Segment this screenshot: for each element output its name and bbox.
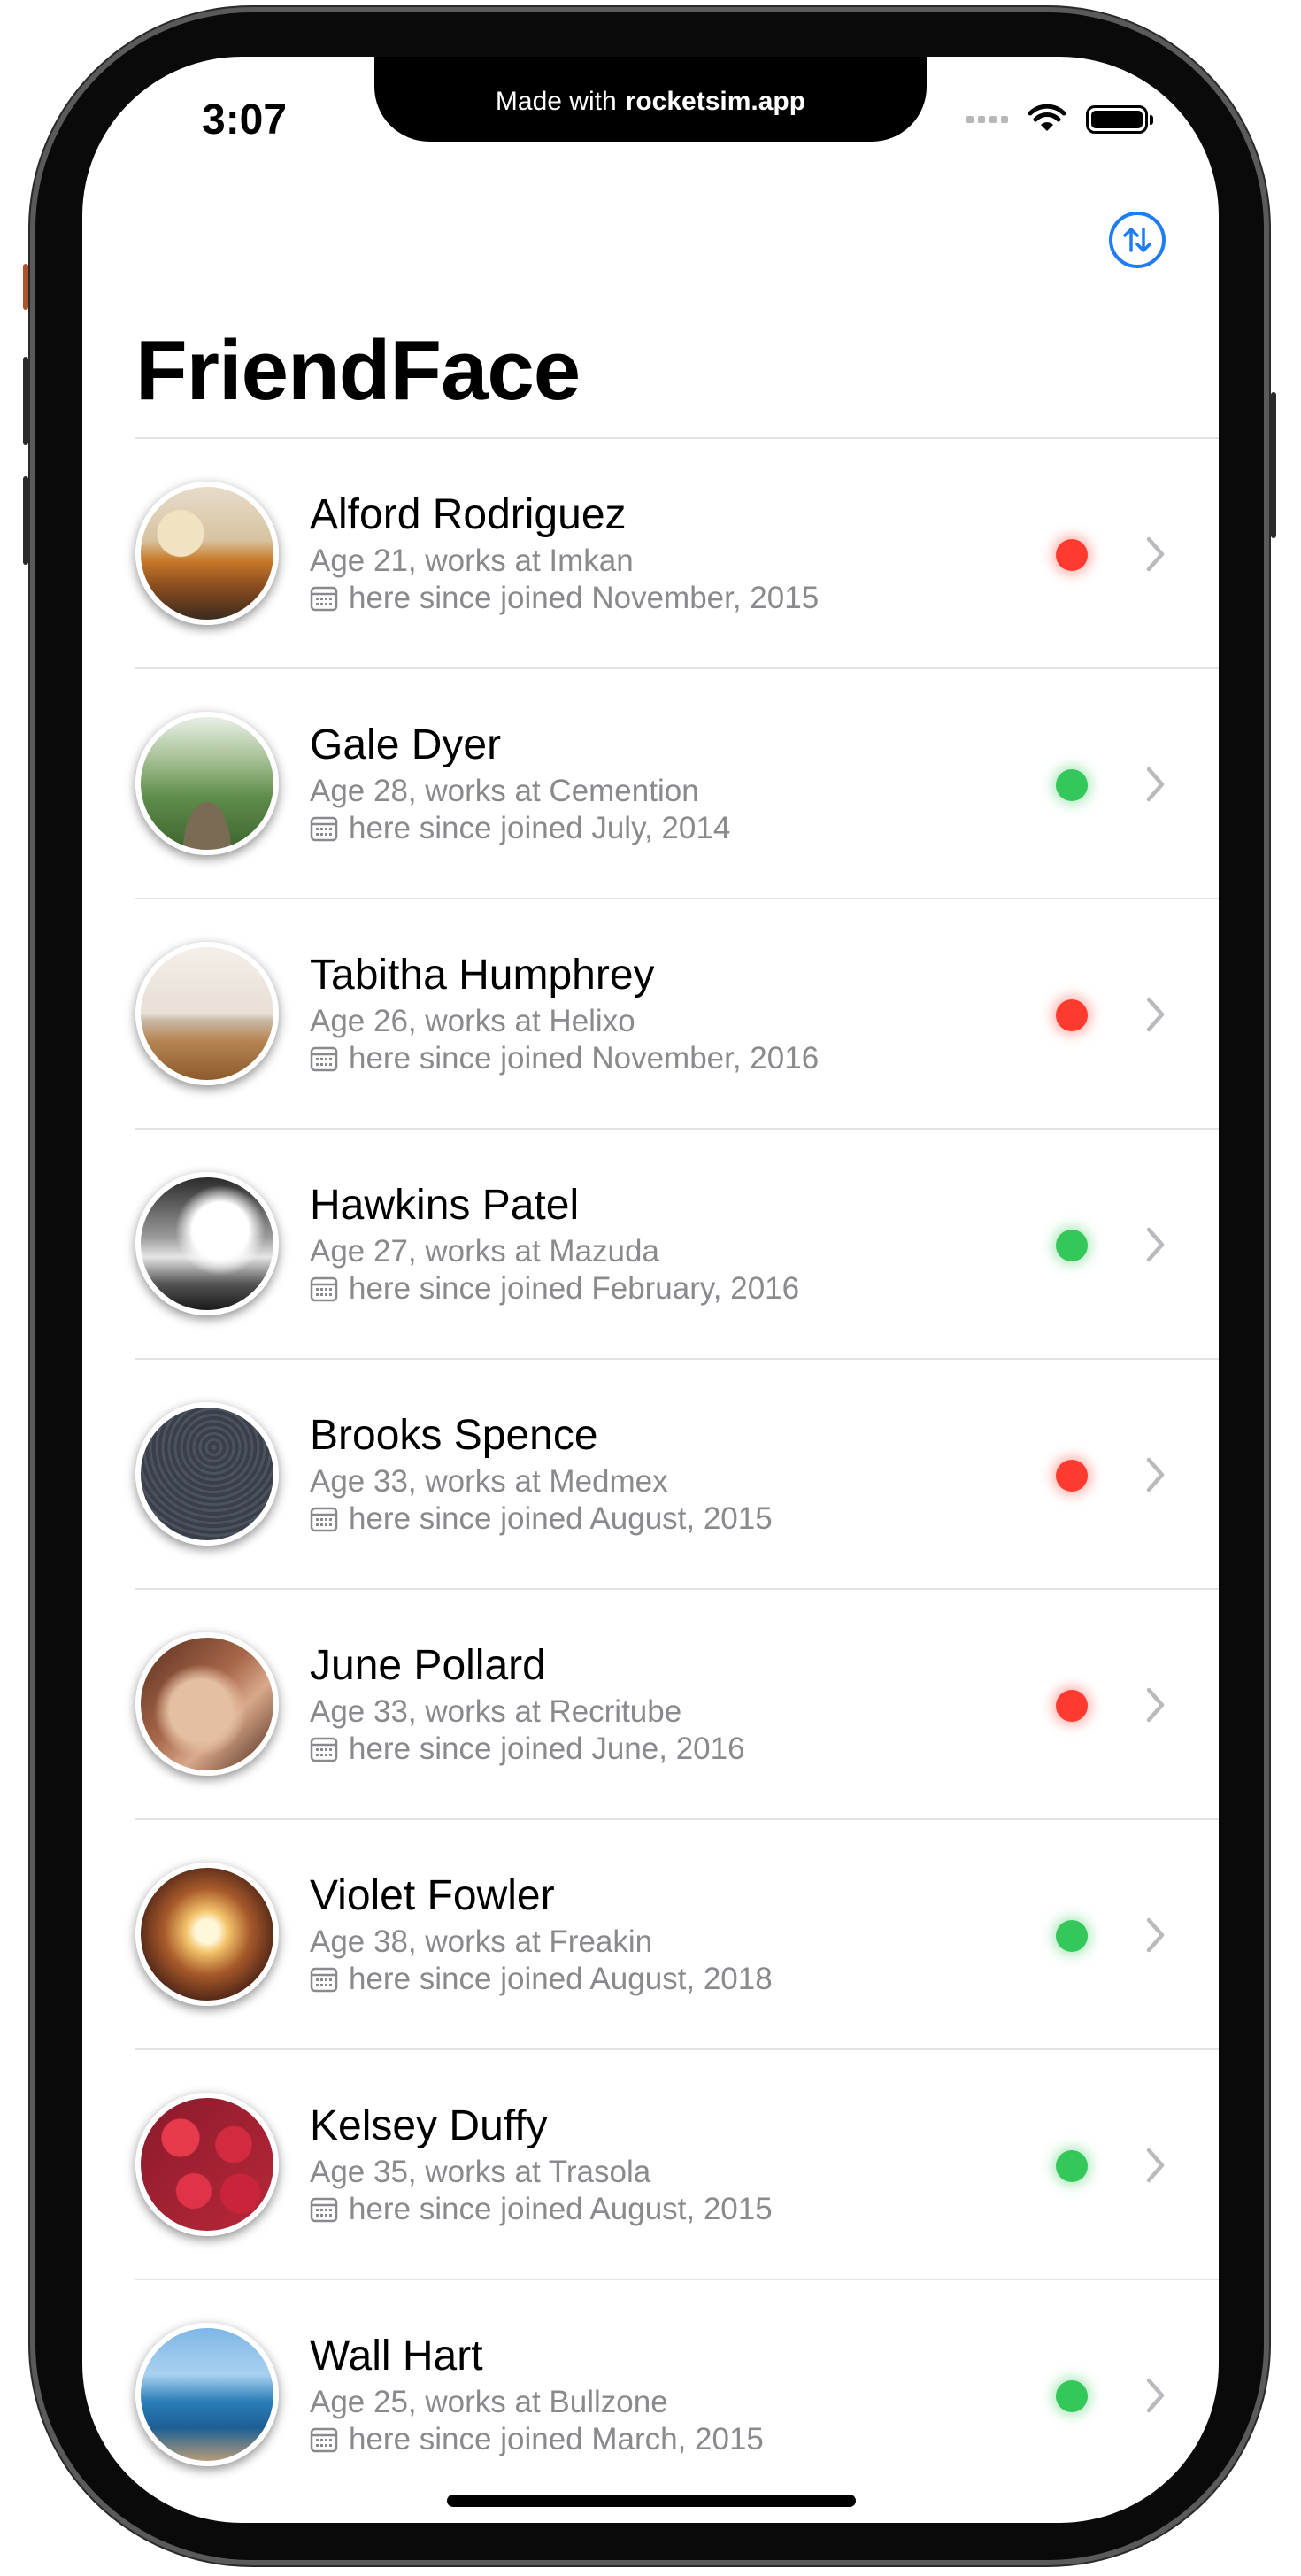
friend-joined: here since joined August, 2015: [310, 1501, 773, 1537]
calendar-icon: [310, 816, 338, 842]
status-active-dot: [1056, 769, 1088, 801]
friend-row[interactable]: Violet Fowler Age 38, works at Freakin h…: [135, 1818, 1219, 2048]
volume-down-button: [23, 476, 28, 565]
joined-text: here since joined February, 2016: [349, 1271, 800, 1306]
friend-age-company: Age 33, works at Medmex: [310, 1464, 668, 1499]
tram-avatar: [135, 482, 279, 625]
calendar-icon: [310, 1737, 338, 1762]
status-active-dot: [1056, 1920, 1088, 1952]
chevron-right-icon: [1146, 997, 1165, 1032]
friend-age-company: Age 27, works at Mazuda: [310, 1234, 659, 1269]
calendar-icon: [310, 1967, 338, 1993]
friend-name: Kelsey Duffy: [310, 2102, 548, 2149]
friend-joined: here since joined February, 2016: [310, 1271, 799, 1307]
status-inactive-dot: [1056, 999, 1088, 1031]
page-title: FriendFace: [135, 323, 581, 418]
pier-avatar: [135, 942, 279, 1085]
friend-row[interactable]: Alford Rodriguez Age 21, works at Imkan …: [135, 437, 1219, 667]
friend-name: Violet Fowler: [310, 1872, 555, 1919]
friend-name: Hawkins Patel: [310, 1182, 580, 1229]
friend-age-company: Age 35, works at Trasola: [310, 2155, 651, 2189]
chevron-right-icon: [1146, 1227, 1165, 1262]
chevron-right-icon: [1146, 2148, 1165, 2183]
status-active-dot: [1056, 2380, 1088, 2412]
friend-joined: here since joined August, 2015: [310, 2192, 773, 2227]
friend-age-company: Age 21, works at Imkan: [310, 544, 634, 578]
chevron-right-icon: [1146, 767, 1165, 802]
clouds-bw-avatar: [135, 1172, 279, 1315]
chevron-right-icon: [1146, 1457, 1165, 1492]
hands-avatar: [135, 1632, 279, 1776]
strawberries-avatar: [135, 2093, 279, 2236]
friend-joined: here since joined July, 2014: [310, 811, 730, 846]
status-indicators: [966, 104, 1153, 135]
wifi-icon: [1028, 104, 1066, 131]
friend-name: Alford Rodriguez: [310, 491, 627, 538]
friend-row[interactable]: Tabitha Humphrey Age 26, works at Helixo…: [135, 898, 1219, 1128]
friend-name: Tabitha Humphrey: [310, 952, 655, 999]
friend-row[interactable]: Gale Dyer Age 28, works at Cemention her…: [135, 667, 1219, 898]
friend-age-company: Age 28, works at Cemention: [310, 774, 699, 808]
volume-up-button: [23, 357, 28, 445]
joined-text: here since joined July, 2014: [349, 811, 731, 845]
power-button: [1271, 392, 1276, 538]
cellular-signal-icon: [966, 116, 1008, 123]
coastline-avatar: [135, 2323, 279, 2466]
app-screen: Made with rocketsim.app 3:07 FriendFace …: [82, 57, 1219, 2523]
chevron-right-icon: [1146, 536, 1165, 572]
calendar-icon: [310, 1507, 338, 1532]
action-button: [23, 264, 28, 310]
chevron-right-icon: [1146, 1687, 1165, 1723]
friend-name: Brooks Spence: [310, 1412, 598, 1459]
notch-banner: Made with rocketsim.app: [374, 57, 927, 142]
banner-prefix: Made with: [495, 87, 617, 116]
battery-icon: [1086, 105, 1153, 134]
joined-text: here since joined March, 2015: [349, 2422, 764, 2456]
friend-row[interactable]: Brooks Spence Age 33, works at Medmex he…: [135, 1358, 1219, 1588]
sort-button[interactable]: [1109, 212, 1166, 268]
friend-joined: here since joined March, 2015: [310, 2422, 764, 2457]
status-active-dot: [1056, 2150, 1088, 2182]
calendar-icon: [310, 1046, 338, 1072]
friend-joined: here since joined August, 2018: [310, 1962, 773, 1997]
calendar-icon: [310, 2197, 338, 2223]
friend-joined: here since joined June, 2016: [310, 1731, 745, 1767]
status-inactive-dot: [1056, 1460, 1088, 1492]
banner-brand: rocketsim.app: [625, 87, 806, 116]
friend-age-company: Age 33, works at Recritube: [310, 1694, 682, 1729]
forest-path-avatar: [135, 712, 279, 855]
arrow-up-down-icon: [1123, 228, 1151, 252]
star-trails-avatar: [135, 1402, 279, 1546]
chevron-right-icon: [1146, 2378, 1165, 2413]
joined-text: here since joined August, 2018: [349, 1962, 773, 1996]
friend-row[interactable]: June Pollard Age 33, works at Recritube …: [135, 1588, 1219, 1818]
joined-text: here since joined November, 2016: [349, 1041, 820, 1076]
friend-joined: here since joined November, 2016: [310, 1041, 819, 1076]
chevron-right-icon: [1146, 1917, 1165, 1953]
friend-age-company: Age 25, works at Bullzone: [310, 2385, 668, 2419]
friend-row[interactable]: Kelsey Duffy Age 35, works at Trasola he…: [135, 2048, 1219, 2279]
friend-row[interactable]: Hawkins Patel Age 27, works at Mazuda he…: [135, 1128, 1219, 1358]
friend-name: June Pollard: [310, 1642, 546, 1689]
joined-text: here since joined August, 2015: [349, 1501, 773, 1536]
friend-joined: here since joined November, 2015: [310, 581, 819, 616]
friend-list: Alford Rodriguez Age 21, works at Imkan …: [135, 437, 1219, 2509]
calendar-icon: [310, 2427, 338, 2453]
friend-name: Gale Dyer: [310, 721, 502, 768]
dome-sun-avatar: [135, 1863, 279, 2006]
joined-text: here since joined August, 2015: [349, 2192, 773, 2226]
status-active-dot: [1056, 1230, 1088, 1261]
calendar-icon: [310, 1276, 338, 1302]
status-time: 3:07: [202, 96, 288, 143]
friend-row[interactable]: Wall Hart Age 25, works at Bullzone here…: [135, 2279, 1219, 2509]
joined-text: here since joined June, 2016: [349, 1731, 745, 1766]
calendar-icon: [310, 586, 338, 612]
friend-age-company: Age 26, works at Helixo: [310, 1004, 635, 1038]
friend-name: Wall Hart: [310, 2333, 483, 2379]
joined-text: here since joined November, 2015: [349, 581, 820, 615]
status-inactive-dot: [1056, 539, 1088, 571]
home-indicator[interactable]: [447, 2495, 856, 2507]
friend-age-company: Age 38, works at Freakin: [310, 1924, 653, 1959]
status-inactive-dot: [1056, 1690, 1088, 1722]
